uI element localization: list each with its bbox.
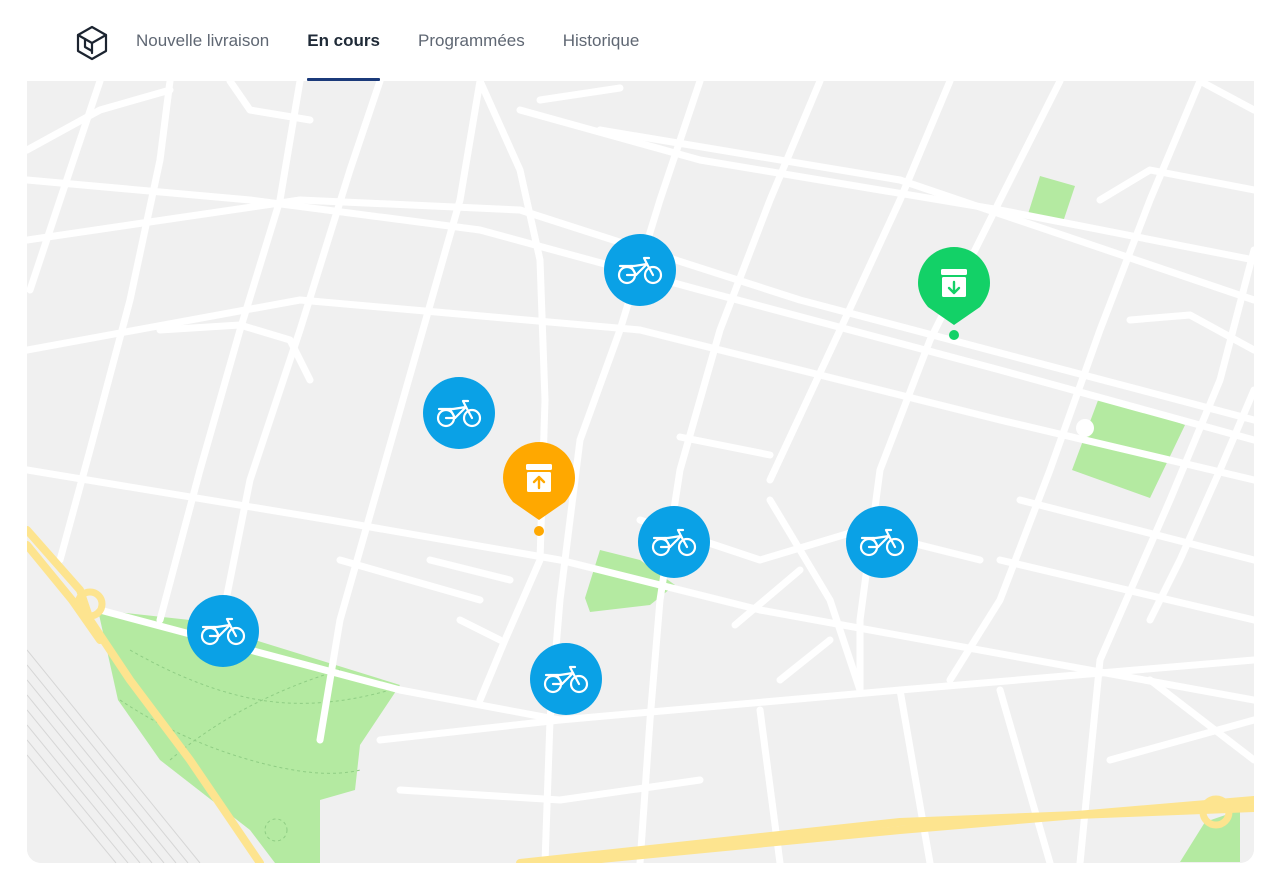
courier-marker[interactable] <box>530 643 602 715</box>
box-logo-icon[interactable] <box>72 22 112 66</box>
tab-programmees[interactable]: Programmées <box>418 0 525 81</box>
main-tabs: Nouvelle livraison En cours Programmées … <box>136 0 677 81</box>
tab-nouvelle-livraison[interactable]: Nouvelle livraison <box>136 0 269 81</box>
roundabouts <box>1076 419 1094 437</box>
package-up-icon <box>526 464 552 492</box>
courier-marker[interactable] <box>638 506 710 578</box>
top-navigation-bar: Nouvelle livraison En cours Programmées … <box>0 0 1280 81</box>
courier-marker[interactable] <box>423 377 495 449</box>
delivery-map[interactable] <box>27 81 1254 863</box>
package-down-icon <box>941 269 967 297</box>
courier-marker[interactable] <box>604 234 676 306</box>
courier-marker[interactable] <box>187 595 259 667</box>
tab-en-cours[interactable]: En cours <box>307 0 380 81</box>
tab-historique[interactable]: Historique <box>563 0 640 81</box>
courier-marker[interactable] <box>846 506 918 578</box>
